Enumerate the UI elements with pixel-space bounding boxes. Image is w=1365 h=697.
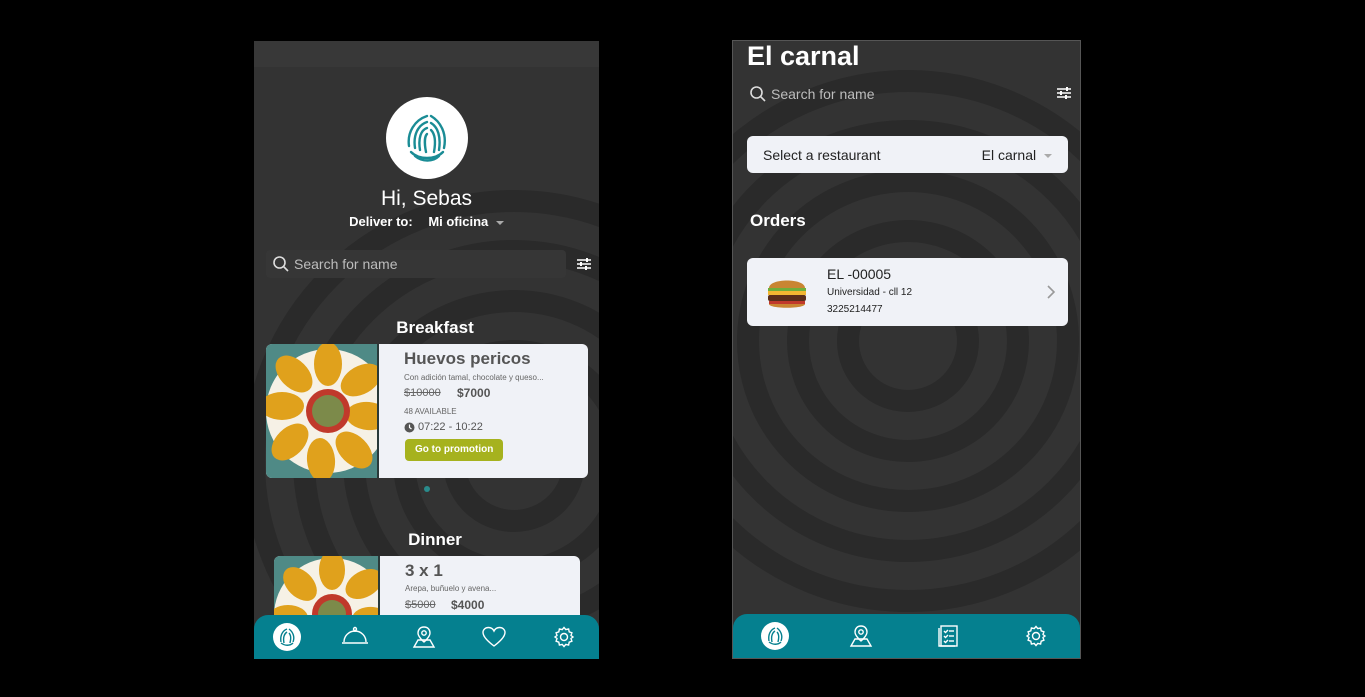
order-list-icon xyxy=(938,625,959,647)
deliver-label: Deliver to: xyxy=(349,214,413,229)
nav-location-button[interactable] xyxy=(408,621,440,653)
deliver-address[interactable]: Mi oficina xyxy=(428,214,488,229)
restaurant-select[interactable]: Select a restaurant El carnal xyxy=(747,136,1068,173)
search-input[interactable]: Search for name xyxy=(266,250,566,278)
gear-icon xyxy=(1025,625,1047,647)
section-title-dinner: Dinner xyxy=(408,530,462,549)
nav-location-button[interactable] xyxy=(845,620,877,652)
promo-card[interactable]: Huevos pericos Con adición tamal, chocol… xyxy=(266,344,588,478)
nav-orders-button[interactable] xyxy=(932,620,964,652)
caret-down-icon xyxy=(1044,153,1052,158)
search-icon xyxy=(273,256,289,272)
promo-name: Huevos pericos xyxy=(404,349,531,368)
order-card[interactable]: EL -00005 Universidad - cll 12 322521447… xyxy=(747,258,1068,326)
heart-icon xyxy=(482,626,506,647)
carousel-dot[interactable] xyxy=(424,486,430,492)
time-row: 07:22 - 10:22 xyxy=(404,421,483,433)
app-logo xyxy=(386,97,468,179)
new-price: $4000 xyxy=(451,598,485,612)
nav-settings-button[interactable] xyxy=(1020,620,1052,652)
gear-icon xyxy=(553,626,575,648)
order-code: EL -00005 xyxy=(827,266,892,282)
search-icon xyxy=(750,86,766,102)
search-placeholder: Search for name xyxy=(294,256,398,272)
promo-name: 3 x 1 xyxy=(405,561,443,580)
home-logo-icon xyxy=(767,627,783,645)
status-bar xyxy=(254,41,599,67)
nav-home-button[interactable] xyxy=(760,622,789,650)
orders-screen: El carnal Search for name Select a resta… xyxy=(732,40,1081,659)
search-placeholder: Search for name xyxy=(771,86,875,102)
chevron-right-icon[interactable] xyxy=(1046,284,1056,300)
promo-description: Con adición tamal, chocolate y queso... xyxy=(404,373,544,382)
old-price: $10000 xyxy=(404,387,441,399)
new-price: $7000 xyxy=(457,386,491,400)
restaurant-select-text: El carnal xyxy=(981,146,1037,163)
fingerprint-logo-icon xyxy=(407,114,446,162)
restaurant-select-label: Select a restaurant xyxy=(763,146,881,163)
nav-home-button[interactable] xyxy=(272,623,301,651)
empanadas-image xyxy=(266,344,379,478)
orders-heading: Orders xyxy=(750,211,806,230)
order-address: Universidad - cll 12 xyxy=(827,287,913,298)
caret-down-icon[interactable] xyxy=(495,220,504,225)
section-title-breakfast: Breakfast xyxy=(396,318,474,337)
sliders-icon xyxy=(1057,87,1071,99)
page-title: El carnal xyxy=(747,41,860,71)
map-pin-icon xyxy=(849,625,872,647)
promo-description: Arepa, buñuelo y avena... xyxy=(405,584,497,593)
home-screen: Hi, Sebas Deliver to: Mi oficina Search … xyxy=(254,41,599,659)
clock-icon xyxy=(404,422,415,432)
restaurant-select-value: El carnal xyxy=(982,147,1052,163)
bottom-nav xyxy=(254,615,599,659)
greeting-text: Hi, Sebas xyxy=(380,187,473,210)
filter-button[interactable] xyxy=(575,255,593,273)
home-logo-icon xyxy=(279,628,295,646)
order-phone: 3225214477 xyxy=(827,304,883,315)
search-input[interactable]: Search for name xyxy=(749,80,1049,108)
nav-favorites-button[interactable] xyxy=(478,621,510,653)
sliders-icon xyxy=(577,258,591,270)
fingerprint-background xyxy=(733,70,1080,612)
bottom-nav xyxy=(733,614,1080,658)
deliver-to-row[interactable]: Deliver to: Mi oficina xyxy=(254,214,599,229)
old-price: $5000 xyxy=(405,599,436,611)
filter-button[interactable] xyxy=(1055,84,1073,102)
map-pin-icon xyxy=(413,626,436,648)
availability-text: 48 AVAILABLE xyxy=(404,407,457,416)
burger-icon xyxy=(768,280,806,308)
nav-dishes-button[interactable] xyxy=(339,621,371,653)
dish-cover-icon xyxy=(341,626,368,644)
go-to-promotion-button[interactable]: Go to promotion xyxy=(405,439,504,461)
nav-settings-button[interactable] xyxy=(548,621,580,653)
time-range: 07:22 - 10:22 xyxy=(418,421,483,433)
